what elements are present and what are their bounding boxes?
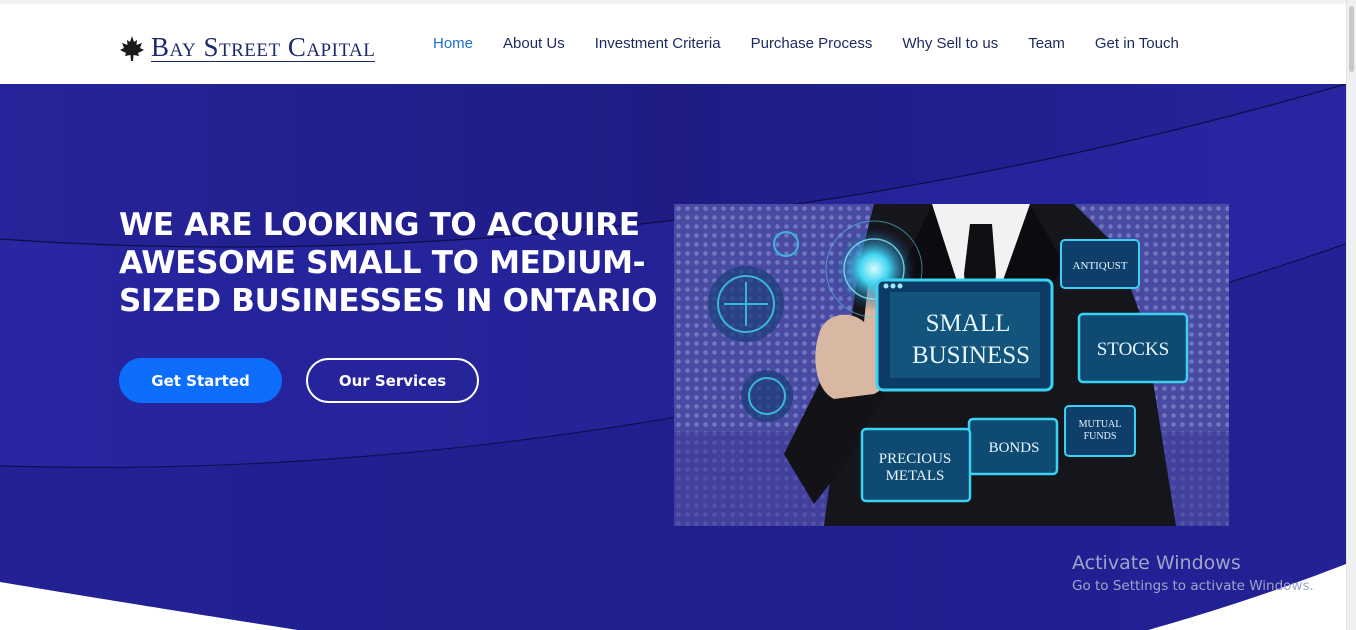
nav-investment-criteria[interactable]: Investment Criteria bbox=[595, 35, 721, 52]
nav-about-us[interactable]: About Us bbox=[503, 35, 565, 52]
get-started-button[interactable]: Get Started bbox=[119, 358, 282, 403]
hero-headline: WE ARE LOOKING TO ACQUIRE AWESOME SMALL … bbox=[119, 207, 658, 319]
nav-purchase-process[interactable]: Purchase Process bbox=[751, 35, 873, 52]
main-nav: Home About Us Investment Criteria Purcha… bbox=[433, 35, 1209, 52]
nav-home[interactable]: Home bbox=[433, 35, 473, 52]
label-metals: METALS bbox=[886, 468, 945, 484]
hero-section: WE ARE LOOKING TO ACQUIRE AWESOME SMALL … bbox=[0, 84, 1346, 630]
brand-name: Bay Street Capital bbox=[151, 32, 376, 62]
label-mutual: MUTUAL bbox=[1079, 419, 1122, 430]
activate-windows-subtitle: Go to Settings to activate Windows. bbox=[1072, 578, 1314, 594]
site-header: Bay Street Capital Home About Us Investm… bbox=[0, 4, 1346, 84]
label-business: BUSINESS bbox=[912, 342, 1030, 369]
label-stocks: STOCKS bbox=[1097, 339, 1170, 360]
brand-logo[interactable]: Bay Street Capital bbox=[118, 28, 376, 62]
nav-get-in-touch[interactable]: Get in Touch bbox=[1095, 35, 1179, 52]
nav-team[interactable]: Team bbox=[1028, 35, 1065, 52]
our-services-button[interactable]: Our Services bbox=[306, 358, 479, 403]
activate-windows-title: Activate Windows bbox=[1072, 552, 1241, 574]
nav-why-sell[interactable]: Why Sell to us bbox=[902, 35, 998, 52]
page-scrollbar[interactable] bbox=[1346, 0, 1356, 630]
label-funds: FUNDS bbox=[1084, 431, 1117, 442]
label-antique: ANTIQUST bbox=[1073, 260, 1128, 272]
label-small: SMALL bbox=[926, 310, 1011, 337]
label-precious: PRECIOUS bbox=[879, 451, 952, 467]
hero-image: SMALL BUSINESS ANTIQUST STOCKS MUTUAL FU… bbox=[674, 204, 1229, 526]
scrollbar-thumb[interactable] bbox=[1349, 6, 1354, 72]
maple-leaf-icon bbox=[120, 36, 144, 61]
label-bonds: BONDS bbox=[989, 440, 1040, 456]
business-touchscreen-illustration: SMALL BUSINESS ANTIQUST STOCKS MUTUAL FU… bbox=[674, 204, 1229, 526]
